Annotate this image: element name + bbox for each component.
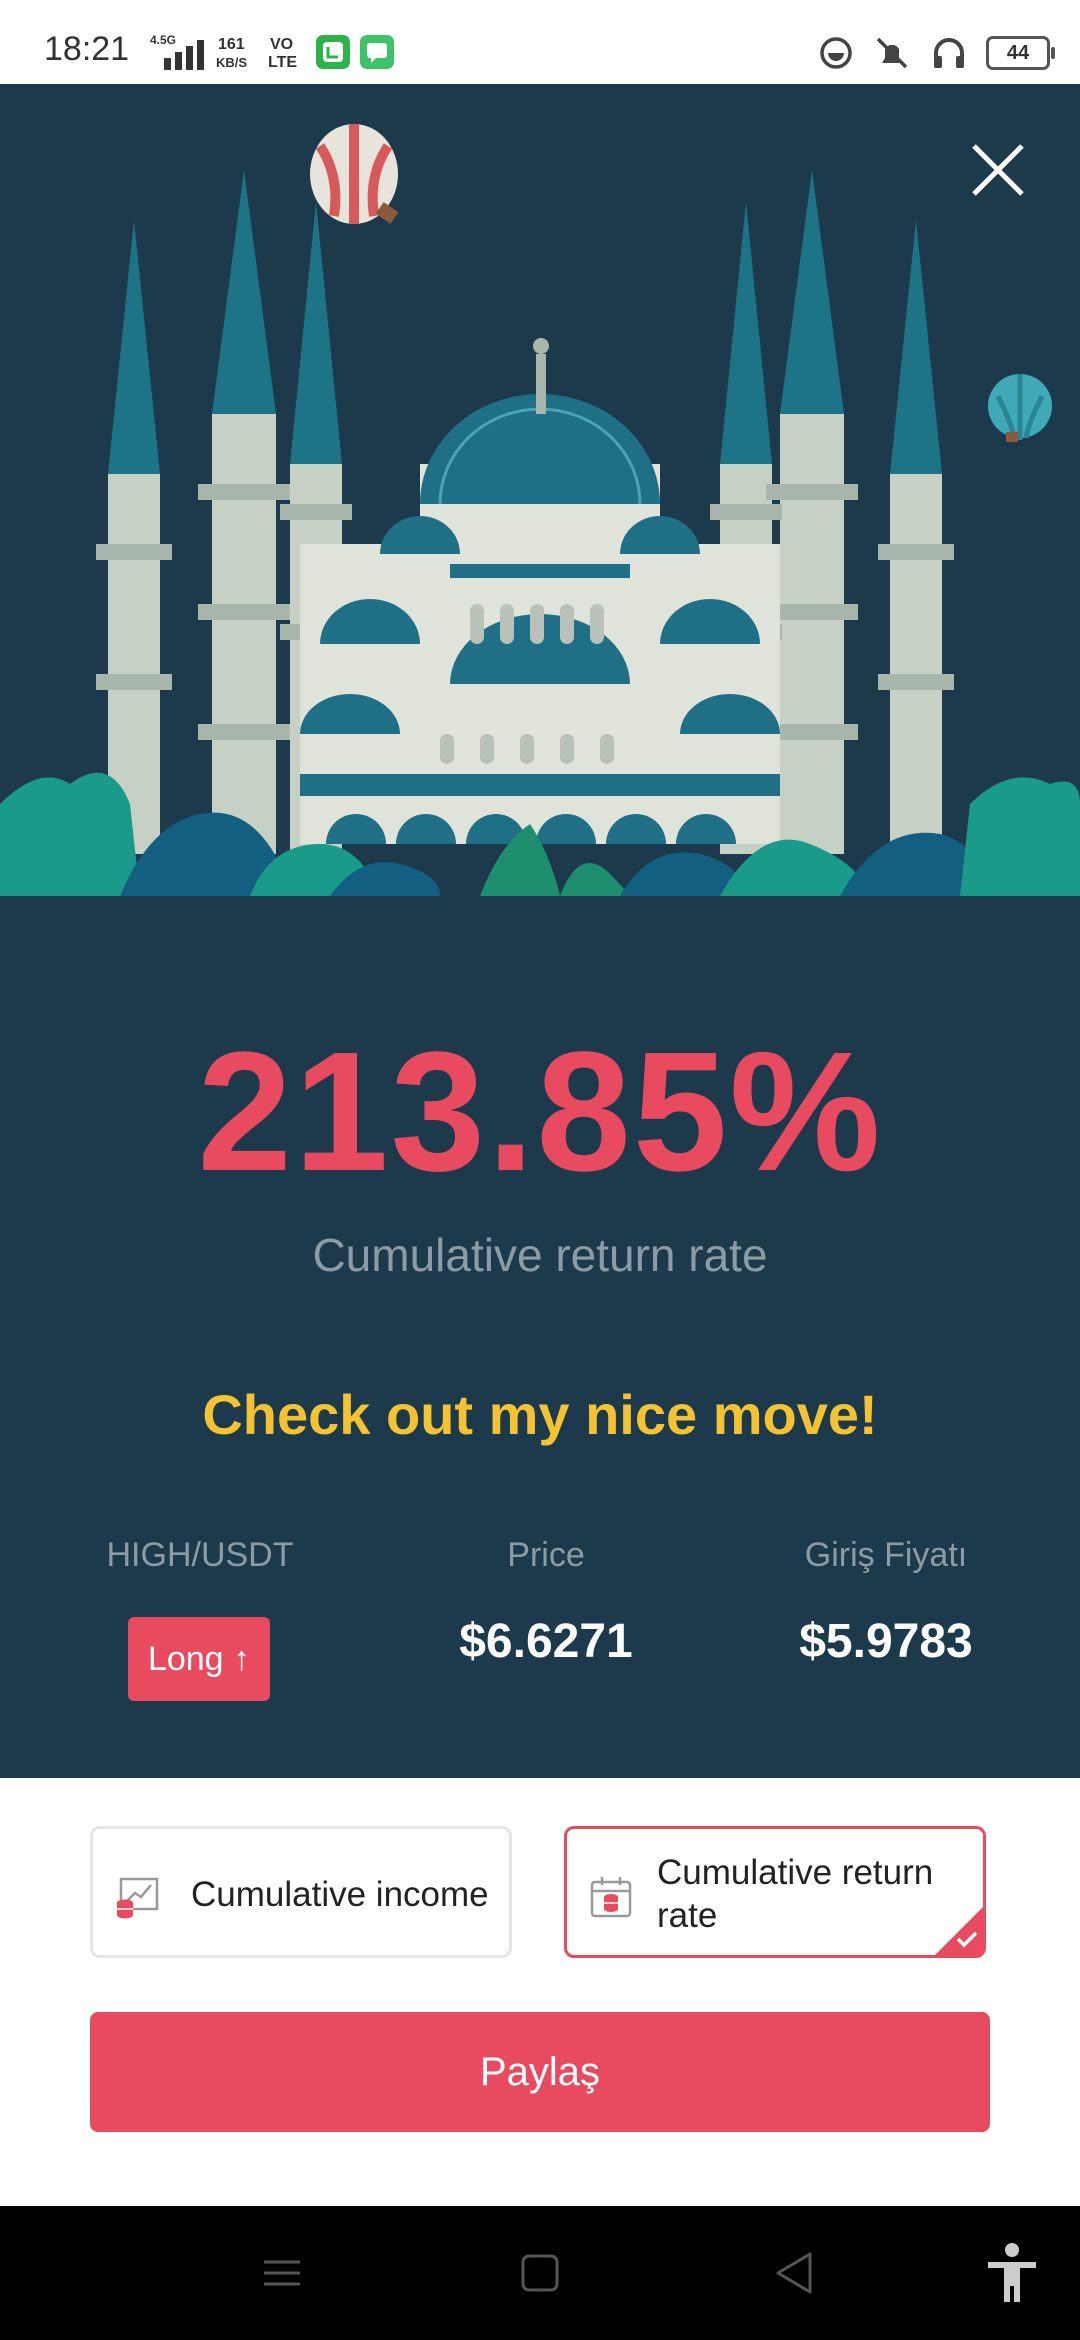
app-notification-icon xyxy=(316,35,350,69)
price-value: $6.6271 xyxy=(459,1615,633,1668)
return-label: Cumulative return rate xyxy=(312,1229,768,1281)
slogan-text: Check out my nice move! xyxy=(202,1383,878,1446)
volte-bottom: LTE xyxy=(268,54,298,71)
speed-value: 161 xyxy=(218,36,245,53)
mosque-illustration xyxy=(0,84,1080,896)
speed-unit: KB/S xyxy=(216,55,248,70)
option-return-label-line1: Cumulative return xyxy=(657,1853,934,1892)
price-header: Price xyxy=(507,1536,585,1574)
income-chart-icon xyxy=(117,1877,159,1919)
system-nav-bar xyxy=(0,2206,1080,2340)
return-value: 213.85% xyxy=(197,1017,883,1207)
accessibility-icon[interactable] xyxy=(984,2242,1040,2306)
option-cumulative-return-rate[interactable]: Cumulative return rate xyxy=(564,1826,986,1958)
entry-price-value: $5.9783 xyxy=(799,1615,973,1668)
direction-badge: Long ↑ xyxy=(128,1617,270,1701)
option-return-label-line2: rate xyxy=(657,1896,718,1935)
headphones-icon xyxy=(934,38,964,68)
back-icon[interactable] xyxy=(774,2248,814,2298)
focus-mode-icon xyxy=(820,37,852,69)
status-bar: 18:21 4.5G 161 KB/S VO LTE 44 xyxy=(0,0,1080,84)
status-right-icons: 44 xyxy=(818,34,1055,72)
share-card: 213.85% Cumulative return rate Check out… xyxy=(0,84,1080,1778)
close-icon[interactable] xyxy=(966,138,1030,202)
home-icon[interactable] xyxy=(520,2248,560,2298)
message-notification-icon xyxy=(360,35,394,69)
status-time: 18:21 xyxy=(44,30,130,68)
menu-icon[interactable] xyxy=(262,2248,302,2298)
calendar-icon xyxy=(590,1877,632,1918)
option-cumulative-income[interactable]: Cumulative income xyxy=(90,1826,512,1958)
check-icon xyxy=(956,1931,978,1948)
share-button[interactable]: Paylaş xyxy=(90,2012,990,2132)
volte-top: VO xyxy=(270,36,294,53)
battery-indicator: 44 xyxy=(986,36,1055,70)
pair-header: HIGH/USDT xyxy=(106,1536,294,1574)
mute-icon xyxy=(876,37,908,69)
balloon-large-icon xyxy=(310,124,399,224)
option-income-label: Cumulative income xyxy=(191,1875,489,1914)
entry-price-header: Giriş Fiyatı xyxy=(804,1536,968,1574)
signal-icon xyxy=(164,40,204,70)
